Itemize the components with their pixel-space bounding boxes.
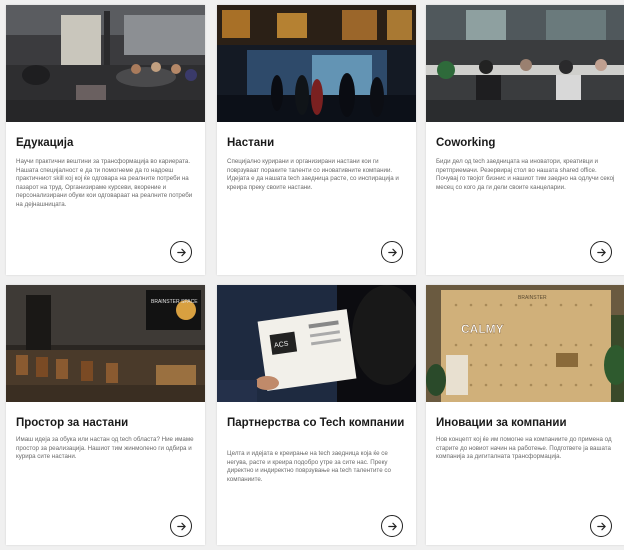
- card-tech-partnerships[interactable]: ACS Партнерства со Tech компании Целта и…: [217, 285, 416, 545]
- card-education[interactable]: Едукација Научи практични вештини за тра…: [6, 5, 205, 275]
- coworking-photo: [426, 5, 624, 122]
- card-event-space[interactable]: BRAINSTER SPACE Простор за настани Имаш …: [6, 285, 205, 545]
- card-description: Специјално курирани и организирани наста…: [227, 158, 399, 191]
- arrow-right-icon[interactable]: [381, 241, 403, 263]
- innovation-photo: BRAINSTER CALMY: [426, 285, 624, 402]
- card-title: Иновации за компании: [436, 417, 567, 429]
- card-title: Едукација: [16, 137, 74, 149]
- card-title: Coworking: [436, 137, 496, 149]
- event-space-photo: BRAINSTER SPACE: [6, 285, 205, 402]
- card-events[interactable]: Настани Специјално курирани и организира…: [217, 5, 416, 275]
- partnerships-photo: ACS: [217, 285, 416, 402]
- events-photo: [217, 5, 416, 122]
- card-description: Целта и идејата е креирање на tech заедн…: [227, 450, 391, 483]
- arrow-right-icon[interactable]: [170, 515, 192, 537]
- education-photo: [6, 5, 205, 122]
- arrow-right-icon[interactable]: [590, 241, 612, 263]
- arrow-right-icon[interactable]: [170, 241, 192, 263]
- services-grid: Едукација Научи практични вештини за тра…: [0, 0, 624, 550]
- arrow-right-icon[interactable]: [381, 515, 403, 537]
- card-description: Научи практични вештини за трансформациј…: [16, 158, 193, 208]
- card-title: Партнерства со Tech компании: [227, 417, 405, 429]
- arrow-right-icon[interactable]: [590, 515, 612, 537]
- card-description: Биди дел од tech заедницата на иноватори…: [436, 158, 615, 191]
- screen-text: BRAINSTER SPACE: [151, 299, 198, 305]
- calmy-sign-text: CALMY: [461, 322, 504, 336]
- top-sign-text: BRAINSTER: [518, 295, 547, 301]
- card-innovation[interactable]: BRAINSTER CALMY Иновации за компании Нов…: [426, 285, 624, 545]
- card-coworking[interactable]: Coworking Биди дел од tech заедницата на…: [426, 5, 624, 275]
- card-description: Нов концепт кој ќе им помогне на компани…: [436, 436, 612, 461]
- card-description: Имаш идеја за обука или настан од tech о…: [16, 436, 194, 461]
- card-title: Простор за настани: [16, 417, 129, 429]
- card-title: Настани: [227, 137, 275, 149]
